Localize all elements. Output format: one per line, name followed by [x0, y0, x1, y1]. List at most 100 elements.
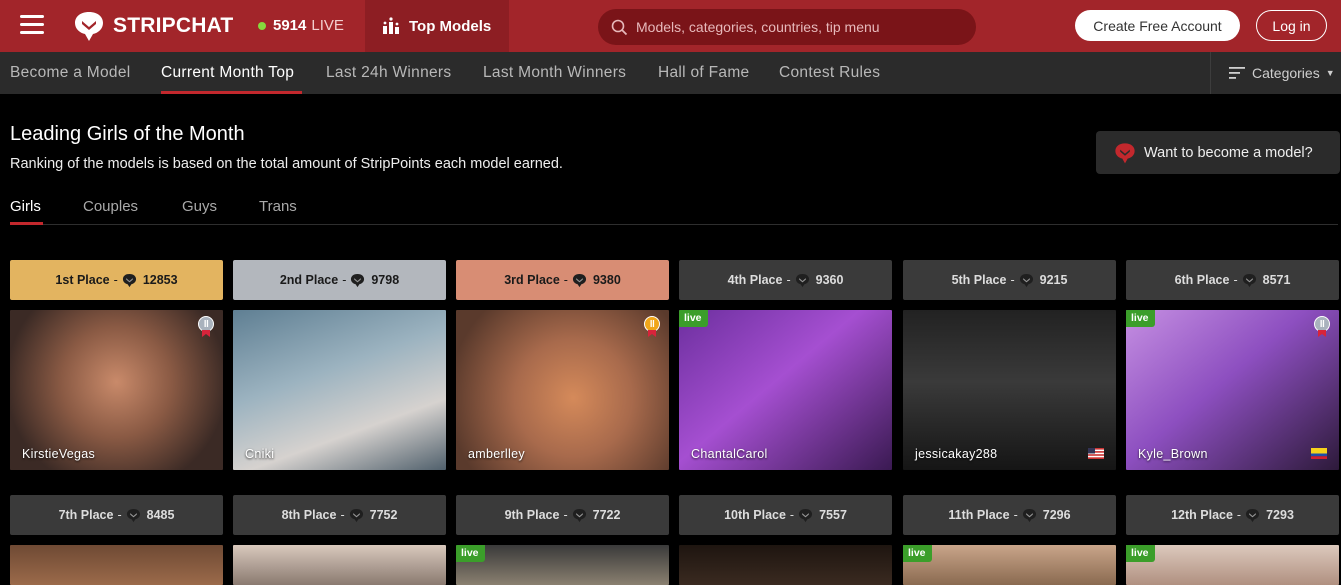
- model-thumbnail[interactable]: Cniki: [233, 310, 446, 470]
- strippoints-icon-wrapper: [1019, 273, 1040, 288]
- place-points: 9360: [815, 273, 844, 287]
- place-rank: 8th Place: [281, 508, 337, 522]
- place-label: 4th Place - 9360: [679, 260, 892, 300]
- model-name: ChantalCarol: [691, 447, 768, 461]
- tab-girls[interactable]: Girls: [10, 198, 41, 215]
- place-separator: -: [117, 508, 122, 522]
- strippoints-icon: [799, 508, 813, 522]
- place-rank: 5th Place: [951, 273, 1007, 287]
- search-input[interactable]: [636, 19, 956, 35]
- become-model-button[interactable]: Want to become a model?: [1096, 131, 1340, 174]
- logo[interactable]: STRIPCHAT: [73, 10, 233, 42]
- model-name: KirstieVegas: [22, 447, 96, 461]
- model-thumbnail[interactable]: [10, 545, 223, 585]
- co-flag-icon: [1311, 446, 1327, 459]
- live-dot-icon: [258, 21, 266, 30]
- place-label: 11th Place - 7296: [903, 495, 1116, 535]
- become-model-label: Want to become a model?: [1144, 144, 1313, 161]
- top-models-button[interactable]: Top Models: [365, 0, 509, 52]
- active-tab-indicator: [10, 222, 43, 225]
- strippoints-icon: [122, 273, 136, 287]
- menu-icon[interactable]: [20, 15, 44, 37]
- place-label: 1st Place - 12853: [10, 260, 223, 300]
- trophy-ranking-icon: [383, 17, 399, 34]
- model-thumbnail[interactable]: live Kyle_Brown: [1126, 310, 1339, 470]
- place-points: 8485: [146, 508, 175, 522]
- login-button[interactable]: Log in: [1256, 10, 1327, 41]
- place-separator: -: [1236, 508, 1242, 522]
- model-thumbnail[interactable]: live: [456, 545, 669, 585]
- strippoints-icon: [1246, 508, 1260, 522]
- model-thumbnail[interactable]: [233, 545, 446, 585]
- place-separator: -: [340, 508, 345, 522]
- live-badge: live: [903, 545, 932, 562]
- silver-badge-icon: [1313, 316, 1331, 338]
- place-separator: -: [1013, 508, 1018, 522]
- live-count: 5914: [273, 17, 307, 34]
- model-thumbnail[interactable]: amberlley: [456, 310, 669, 470]
- top-models-label: Top Models: [409, 17, 492, 35]
- us-flag-icon: [1088, 446, 1104, 459]
- active-subnav-indicator: [161, 91, 302, 94]
- place-rank: 11th Place: [948, 508, 1010, 522]
- subnav-last-month-winners[interactable]: Last Month Winners: [483, 64, 626, 82]
- place-points: 7752: [369, 508, 398, 522]
- strippoints-icon-wrapper: [1245, 508, 1266, 523]
- place-separator: -: [1010, 273, 1015, 287]
- subnav-hall-of-fame[interactable]: Hall of Fame: [658, 64, 749, 82]
- place-points: 8571: [1262, 273, 1291, 287]
- place-label: 2nd Place - 9798: [233, 260, 446, 300]
- subnav-current-month-top[interactable]: Current Month Top: [161, 64, 294, 82]
- tab-trans[interactable]: Trans: [259, 198, 297, 215]
- model-thumbnail[interactable]: live: [1126, 545, 1339, 585]
- model-thumbnail[interactable]: KirstieVegas: [10, 310, 223, 470]
- live-label: LIVE: [311, 17, 344, 34]
- place-points: 9798: [371, 273, 400, 287]
- strippoints-icon: [351, 273, 365, 287]
- place-points: 7557: [819, 508, 847, 522]
- place-label: 10th Place - 7557: [679, 495, 892, 535]
- place-label: 8th Place - 7752: [233, 495, 446, 535]
- strippoints-icon-wrapper: [1242, 273, 1263, 288]
- place-rank: 12th Place: [1171, 508, 1233, 522]
- subnav-contest-rules[interactable]: Contest Rules: [779, 64, 880, 82]
- place-points: 7296: [1042, 508, 1071, 522]
- tab-guys[interactable]: Guys: [182, 198, 217, 215]
- live-counter[interactable]: 5914 LIVE: [258, 17, 344, 34]
- place-label: 5th Place - 9215: [903, 260, 1116, 300]
- tab-couples[interactable]: Couples: [83, 198, 138, 215]
- categories-button[interactable]: Categories ▼: [1210, 52, 1341, 94]
- live-badge: live: [679, 310, 708, 327]
- strippoints-icon-wrapper: [795, 273, 816, 288]
- live-badge: live: [456, 545, 485, 562]
- tabs-divider: [10, 224, 1338, 225]
- logo-icon: [1115, 142, 1135, 163]
- create-account-button[interactable]: Create Free Account: [1075, 10, 1240, 41]
- strippoints-icon-wrapper: [572, 508, 593, 523]
- place-rank: 10th Place: [724, 508, 786, 522]
- strippoints-icon: [126, 508, 140, 522]
- place-separator: -: [789, 508, 795, 522]
- page-subtitle: Ranking of the models is based on the to…: [10, 156, 563, 172]
- live-badge: live: [1126, 545, 1155, 562]
- subnav-last-24h-winners[interactable]: Last 24h Winners: [326, 64, 451, 82]
- model-thumbnail[interactable]: [679, 545, 892, 585]
- model-name: Kyle_Brown: [1138, 447, 1208, 461]
- page-title: Leading Girls of the Month: [10, 123, 245, 145]
- model-name: jessicakay288: [915, 447, 998, 461]
- place-rank: 6th Place: [1174, 273, 1230, 287]
- model-thumbnail[interactable]: live: [903, 545, 1116, 585]
- place-points: 9215: [1039, 273, 1068, 287]
- subnav-become-model[interactable]: Become a Model: [10, 64, 131, 82]
- place-separator: -: [1233, 273, 1238, 287]
- filter-list-icon: [1229, 67, 1245, 79]
- place-separator: -: [113, 273, 118, 287]
- strippoints-icon: [1022, 508, 1036, 522]
- strippoints-icon: [349, 508, 363, 522]
- strippoints-icon: [1242, 273, 1256, 287]
- logo-text: STRIPCHAT: [113, 14, 234, 37]
- strippoints-icon-wrapper: [572, 273, 593, 288]
- chevron-down-icon: ▼: [1325, 68, 1335, 78]
- model-thumbnail[interactable]: jessicakay288: [903, 310, 1116, 470]
- model-thumbnail[interactable]: live ChantalCarol: [679, 310, 892, 470]
